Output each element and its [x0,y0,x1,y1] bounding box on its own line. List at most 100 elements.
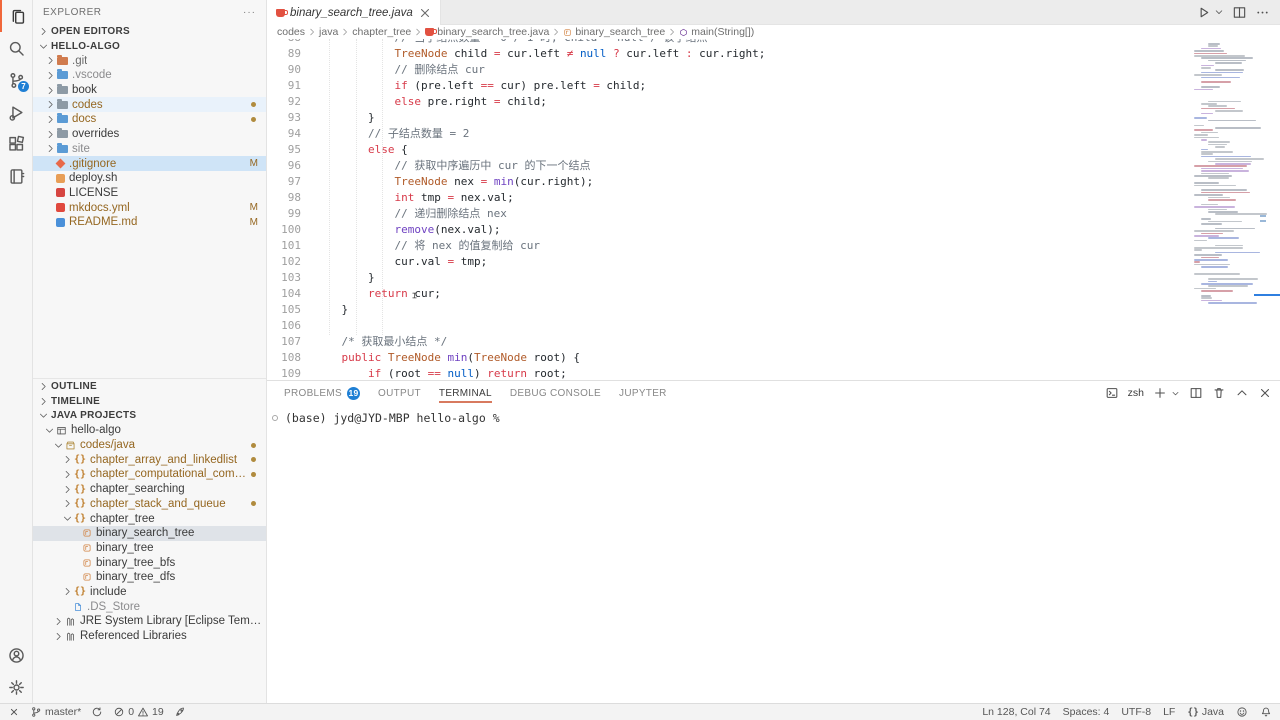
breadcrumb-item-6[interactable]: main(String[]) [679,26,754,38]
breadcrumb-item-3[interactable]: chapter_tree [352,26,411,38]
code-line-104[interactable]: 104 return cur; [267,286,1280,302]
tab-binary-search-tree[interactable]: binary_search_tree.java [267,0,441,25]
java-tree-item-binary_search_tree[interactable]: binary_search_tree [33,526,266,541]
file-tree-item-LICENSE[interactable]: LICENSE [33,186,266,201]
tab-close-icon[interactable] [418,6,432,20]
code-line-91[interactable]: 91 if (pre.left == cur) pre.left = child… [267,78,1280,94]
java-tree-item-chapter_array_and_linkedlist[interactable]: {}chapter_array_and_linkedlist [33,452,266,467]
activity-bar-notebook[interactable] [0,160,32,192]
file-tree-item-deploy.sh[interactable]: deploy.sh [33,171,266,186]
java-tree-item-codesjava[interactable]: codes/java [33,438,266,453]
java-tree-item-DS_Store[interactable]: .DS_Store [33,599,266,614]
code-line-88[interactable]: 88 // 当子结点数量 = 0 / 1 时, child = null / 该… [267,39,1280,46]
code-line-102[interactable]: 102 cur.val = tmp; [267,254,1280,270]
activity-bar-explorer[interactable] [0,0,32,32]
status-notifications[interactable] [1260,706,1272,718]
close-panel-button[interactable] [1258,386,1272,400]
file-tree-item-book[interactable]: book [33,83,266,98]
maximize-panel-button[interactable] [1235,386,1249,400]
code-line-93[interactable]: 93 } [267,110,1280,126]
timeline-section[interactable]: TIMELINE [33,394,266,409]
code-line-109[interactable]: 109 if (root == null) return root; [267,366,1280,380]
breadcrumb-item-2[interactable]: java [319,26,338,38]
explorer-more-actions[interactable]: ··· [243,7,256,18]
java-tree-item-JRESystemLibraryEclipseTemurin1717[interactable]: JRE System Library [Eclipse Temurin 17 [… [33,614,266,629]
code-line-92[interactable]: 92 else pre.right = child; [267,94,1280,110]
panel-tab-output[interactable]: OUTPUT [378,381,421,405]
workspace-root[interactable]: HELLO-ALGO [33,39,266,54]
file-tree-item-.vscode[interactable]: .vscode [33,68,266,83]
file-tree-item-codes[interactable]: codes [33,97,266,112]
java-tree-item-binary_tree[interactable]: binary_tree [33,541,266,556]
breadcrumb-item-1[interactable]: codes [277,26,305,38]
code-line-103[interactable]: 103 } [267,270,1280,286]
activity-bar-extensions[interactable] [0,128,32,160]
outline-section[interactable]: OUTLINE [33,379,266,394]
status-language-mode[interactable]: {}Java [1187,706,1224,718]
code-line-105[interactable]: 105 } [267,302,1280,318]
panel-tab-problems[interactable]: PROBLEMS19 [284,381,360,405]
status-git-branch[interactable]: master* [30,706,81,718]
minimap[interactable] [1192,39,1268,380]
code-line-106[interactable]: 106 [267,318,1280,334]
code-line-107[interactable]: 107 /* 获取最小结点 */ [267,334,1280,350]
activity-bar-accounts[interactable] [0,639,32,671]
code-line-108[interactable]: 108 public TreeNode min(TreeNode root) { [267,350,1280,366]
code-editor[interactable]: 88 // 当子结点数量 = 0 / 1 时, child = null / 该… [267,39,1280,380]
code-line-97[interactable]: 97 TreeNode nex = min(cur.right); [267,174,1280,190]
status-eol[interactable]: LF [1163,706,1175,718]
activity-bar-run-and-debug[interactable] [0,96,32,128]
open-editors-section[interactable]: OPEN EDITORS [33,24,266,39]
java-tree-item-hello-algo[interactable]: hello-algo [33,423,266,438]
status-remote-indicator[interactable] [8,706,20,718]
file-tree-item-README.md[interactable]: README.mdM [33,215,266,230]
breadcrumb-item-4[interactable]: binary_search_tree.java [425,26,549,38]
code-line-98[interactable]: 98 int tmp = nex.val; [267,190,1280,206]
file-tree-item-docs[interactable]: docs [33,112,266,127]
terminal[interactable]: (base) jyd@JYD-MBP hello-algo % [267,405,1280,703]
status-sync[interactable] [91,706,103,718]
java-projects-section[interactable]: JAVA PROJECTS [33,408,266,423]
file-tree-item-site[interactable]: site [33,142,266,157]
file-tree-item-.git[interactable]: .git [33,53,266,68]
status-problems[interactable]: 019 [113,706,164,718]
run-dropdown-icon[interactable] [1214,7,1224,17]
panel-tab-debug-console[interactable]: DEBUG CONSOLE [510,381,601,405]
split-editor-button[interactable] [1232,5,1247,20]
split-terminal-button[interactable] [1189,386,1203,400]
code-line-94[interactable]: 94 // 子结点数量 = 2 [267,126,1280,142]
breadcrumb-item-5[interactable]: binary_search_tree [563,26,665,38]
status-cursor-position[interactable]: Ln 128, Col 74 [982,706,1050,718]
java-tree-item-chapter_computational_complexity[interactable]: {}chapter_computational_complexity [33,467,266,482]
shell-selector[interactable]: zsh [1128,387,1144,399]
java-tree-item-binary_tree_bfs[interactable]: binary_tree_bfs [33,555,266,570]
java-tree-item-chapter_tree[interactable]: {}chapter_tree [33,511,266,526]
java-tree-item-binary_tree_dfs[interactable]: binary_tree_dfs [33,570,266,585]
run-button[interactable] [1196,5,1211,20]
more-actions-button[interactable] [1255,5,1270,20]
java-tree-item-ReferencedLibraries[interactable]: Referenced Libraries [33,629,266,644]
activity-bar-source-control[interactable]: 7 [0,64,32,96]
panel-tab-jupyter[interactable]: JUPYTER [619,381,667,405]
java-tree-item-chapter_stack_and_queue[interactable]: {}chapter_stack_and_queue [33,497,266,512]
code-line-96[interactable]: 96 // 获取中序遍历中 cur 的下一个结点 [267,158,1280,174]
kill-terminal-button[interactable] [1212,386,1226,400]
terminal-dropdown-icon[interactable] [1171,389,1180,398]
code-line-100[interactable]: 100 remove(nex.val); [267,222,1280,238]
activity-bar-settings[interactable] [0,671,32,703]
file-tree-item-.gitignore[interactable]: .gitignoreM [33,156,266,171]
file-tree-item-overrides[interactable]: overrides [33,127,266,142]
java-tree-item-include[interactable]: {}include [33,585,266,600]
activity-bar-search[interactable] [0,32,32,64]
status-launch[interactable] [174,706,186,718]
code-line-89[interactable]: 89 TreeNode child = cur.left ≠ null ? cu… [267,46,1280,62]
code-line-99[interactable]: 99 // 递归删除结点 nex [267,206,1280,222]
code-line-101[interactable]: 101 // 将 nex 的值复制给 cur [267,238,1280,254]
status-feedback[interactable] [1236,706,1248,718]
java-tree-item-chapter_searching[interactable]: {}chapter_searching [33,482,266,497]
status-indentation[interactable]: Spaces: 4 [1063,706,1110,718]
file-tree-item-mkdocs.yml[interactable]: mkdocs.ymlM [33,200,266,215]
panel-tab-terminal[interactable]: TERMINAL [439,381,492,405]
status-encoding[interactable]: UTF-8 [1121,706,1151,718]
code-line-95[interactable]: 95 else { [267,142,1280,158]
